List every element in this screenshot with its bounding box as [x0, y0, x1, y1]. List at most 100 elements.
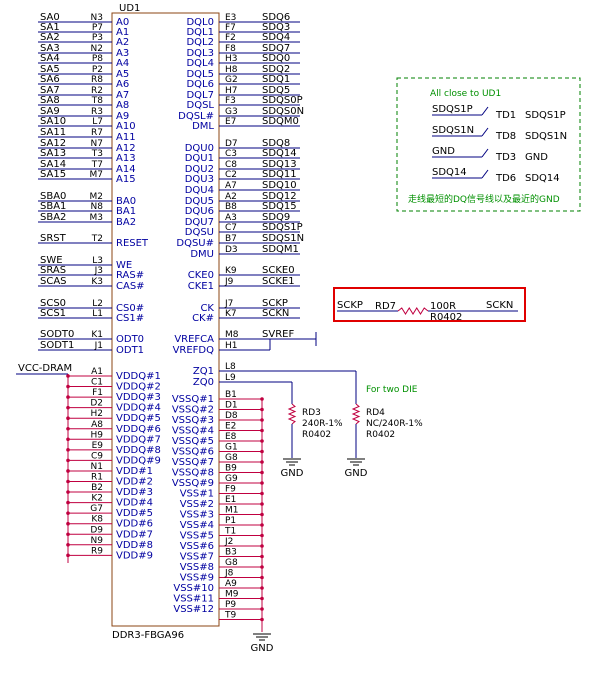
- pin-name: DQU1: [185, 153, 214, 164]
- ball-number: F2: [225, 33, 236, 43]
- gnd-junction: [260, 596, 264, 601]
- tp-lead: [481, 148, 489, 158]
- rd4-package: R0402: [366, 430, 395, 440]
- ground-main: GND: [251, 633, 274, 654]
- ball-number: C8: [225, 160, 237, 170]
- net-label-sodt1: SODT1: [40, 340, 74, 351]
- ball-number: L3: [92, 256, 103, 266]
- gnd-label: GND: [281, 468, 304, 479]
- pin-name: DQSL: [187, 100, 215, 111]
- ball-number: J9: [224, 277, 234, 287]
- net-label-sa2: SA2: [40, 32, 60, 43]
- vcc-junction: [66, 469, 70, 473]
- pin-name: A6: [116, 79, 129, 90]
- ball-number: G9: [225, 474, 238, 484]
- pin-name: VDDQ#7: [116, 434, 161, 445]
- ball-number: B3: [225, 548, 237, 558]
- pin-name: DQU3: [185, 174, 214, 185]
- ball-number: H3: [225, 54, 238, 64]
- gnd-junction: [260, 544, 264, 548]
- rd4-refdes: RD4: [366, 408, 385, 418]
- tp-refdes: TD8: [495, 131, 516, 142]
- gnd-junction: [260, 407, 264, 412]
- net-label-srst: SRST: [40, 233, 67, 244]
- gnd-junction: [260, 607, 264, 611]
- rd4-value: NC/240R-1%: [366, 419, 423, 429]
- pin-name: VREFCA: [174, 334, 214, 345]
- ball-number: N7: [91, 139, 103, 149]
- vcc-junction: [66, 437, 70, 442]
- net-label-sdq11: SDQ11: [262, 169, 297, 180]
- ball-number: C7: [225, 223, 237, 233]
- vcc-junction: [66, 458, 70, 463]
- ball-number: N2: [91, 44, 103, 54]
- gnd-junction: [260, 586, 264, 590]
- schematic-body: UD1DDR3-FBGA96SA0 N3 A0SA1 P7 A1SA2 P3 A2SA3 N2…: [16, 3, 581, 654]
- pin-name: A10: [116, 121, 136, 132]
- pin-name: VSS#8: [180, 562, 214, 573]
- pin-name: VSS#5: [180, 531, 214, 542]
- dq-box-title: All close to UD1: [430, 89, 501, 99]
- ball-number: C1: [91, 378, 103, 388]
- pin-name: CKE0: [188, 270, 214, 281]
- ball-number: R3: [91, 107, 103, 117]
- ball-number: E9: [92, 441, 104, 451]
- gnd-junction: [260, 523, 264, 527]
- ball-number: D7: [225, 139, 238, 149]
- pin-name: VDDQ#5: [116, 413, 161, 424]
- resistor-rd7: [397, 307, 429, 315]
- pin-name: CKE1: [188, 281, 214, 292]
- tp-refdes: TD3: [495, 152, 516, 163]
- pin-name: DMU: [190, 249, 214, 260]
- pin-name: VSS#1: [180, 489, 214, 500]
- pin-name: VDD#6: [116, 519, 153, 530]
- ball-number: L1: [92, 309, 103, 319]
- ball-number: J1: [94, 341, 103, 351]
- ball-number: K1: [91, 330, 103, 340]
- tp-refdes: TD1: [495, 110, 516, 121]
- ball-number: M2: [90, 192, 104, 202]
- pin-name: VSS#9: [180, 573, 214, 584]
- net-label-sba2: SBA2: [40, 212, 66, 223]
- tp-net-left: SDQS1N: [432, 125, 474, 136]
- rd7-refdes: RD7: [375, 301, 396, 312]
- tp-lead: [481, 169, 489, 179]
- pin-name: VSS#12: [173, 604, 214, 615]
- ball-number: M3: [90, 213, 104, 223]
- ball-number: D2: [90, 399, 103, 409]
- ball-number: K9: [225, 266, 237, 276]
- ball-number: F3: [225, 96, 236, 106]
- gnd-junction: [260, 460, 264, 464]
- ball-number: A9: [225, 579, 237, 589]
- net-label-sa11: SA11: [40, 127, 66, 138]
- net-label-scke1: SCKE1: [262, 276, 295, 287]
- net-label-sa15: SA15: [40, 169, 66, 180]
- ball-number: R9: [91, 546, 103, 556]
- tp-net-left: GND: [432, 146, 455, 157]
- ball-number: P3: [92, 33, 103, 43]
- gnd-junction: [260, 575, 264, 580]
- ball-number: D3: [225, 245, 238, 255]
- ball-number: A8: [91, 420, 103, 430]
- ball-number: E1: [225, 495, 236, 505]
- ddr3-schematic: UD1DDR3-FBGA96SA0 N3 A0SA1 P7 A1SA2 P3 A2SA3 N2…: [16, 3, 581, 654]
- ball-number: R7: [91, 128, 103, 138]
- ball-number: T2: [91, 234, 103, 244]
- vcc-junction: [66, 374, 70, 378]
- net-label-sdq10: SDQ10: [262, 180, 297, 191]
- pin-name: VSS#11: [173, 594, 214, 605]
- vcc-junction: [66, 416, 70, 421]
- gnd-label: GND: [345, 468, 368, 479]
- ball-number: B9: [225, 464, 237, 474]
- ball-number: T8: [91, 96, 103, 106]
- pin-name: VSSQ#6: [172, 447, 214, 458]
- ball-number: F1: [92, 388, 103, 398]
- net-label-sdqs0p: SDQS0P: [262, 95, 303, 106]
- pin-name: VDDQ#3: [116, 392, 161, 403]
- net-label-scke0: SCKE0: [262, 265, 295, 276]
- ball-number: M1: [225, 506, 239, 516]
- pin-name: CAS#: [116, 281, 145, 292]
- pin-name: VDDQ#4: [116, 403, 161, 414]
- pin-name: VSS#2: [180, 499, 214, 510]
- net-label-sdqs1n: SDQS1N: [262, 233, 304, 244]
